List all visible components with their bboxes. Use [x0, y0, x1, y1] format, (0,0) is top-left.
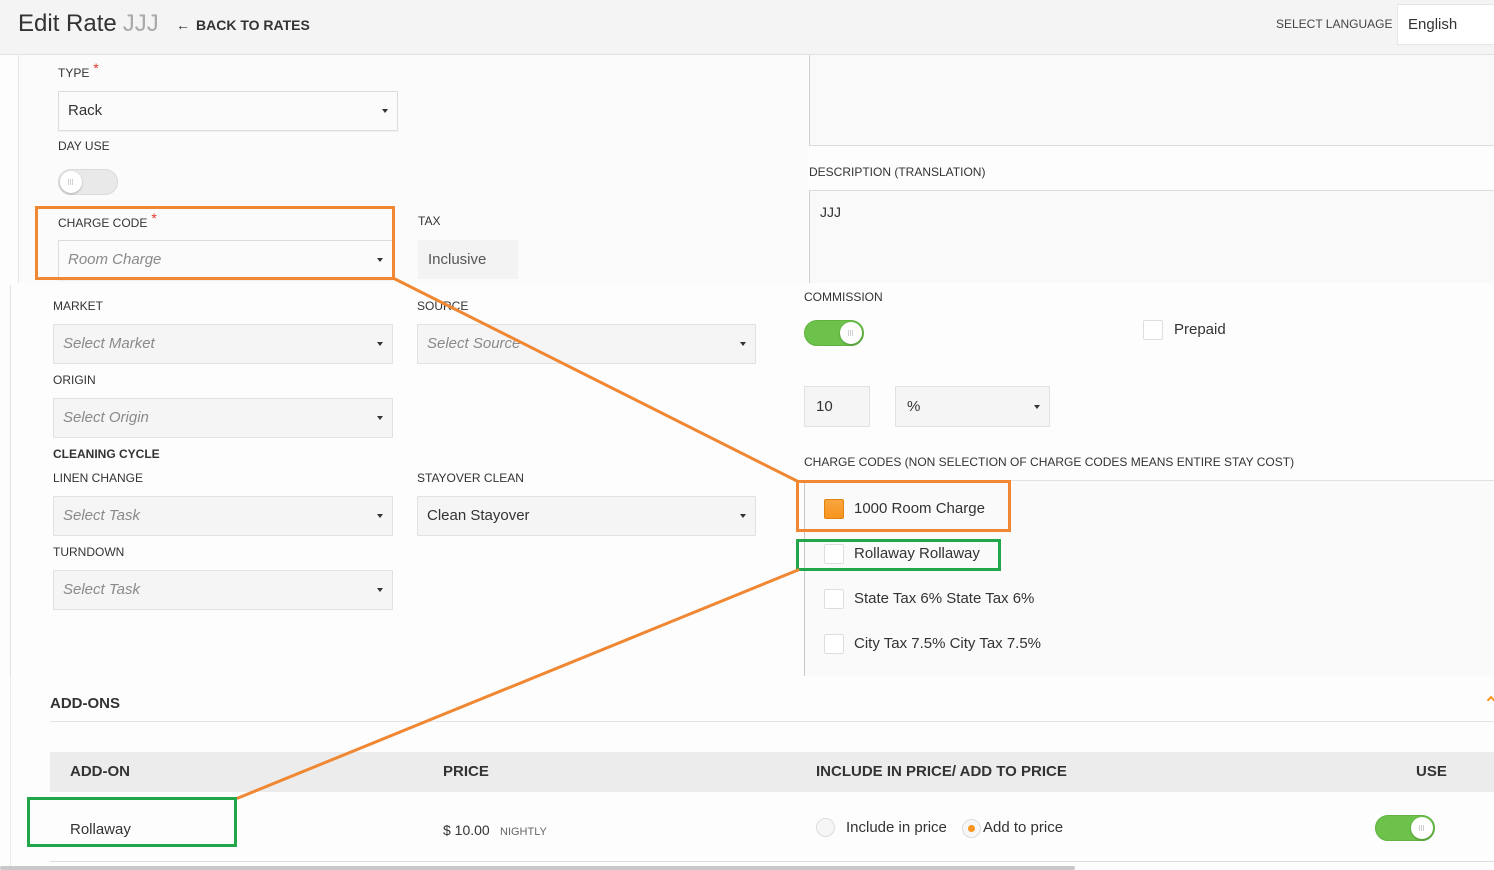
caret-down-icon [377, 258, 383, 262]
addons-table-header: ADD-ON PRICE INCLUDE IN PRICE/ ADD TO PR… [50, 752, 1494, 792]
source-label: SOURCE [417, 299, 469, 313]
source-select[interactable]: Select Source [417, 324, 756, 364]
page-title-text: Edit Rate [18, 10, 117, 37]
addon-price: $ 10.00 [443, 822, 490, 838]
required-mark: * [151, 210, 157, 226]
addon-frequency: NIGHTLY [500, 826, 547, 838]
day-use-label: DAY USE [58, 139, 110, 153]
caret-down-icon [382, 109, 388, 113]
addon-use-toggle[interactable] [1375, 815, 1435, 841]
add-to-price-radio[interactable] [962, 819, 981, 838]
back-to-rates-label: BACK TO RATES [196, 17, 310, 33]
charge-code-label: CHARGE CODE * [58, 210, 157, 230]
linen-change-select[interactable]: Select Task [53, 496, 393, 536]
market-placeholder: Select Market [63, 335, 155, 352]
charge-code-checkbox[interactable] [824, 544, 844, 564]
required-mark: * [93, 60, 99, 76]
cleaning-cycle-heading: CLEANING CYCLE [53, 447, 160, 461]
section-divider [10, 678, 11, 866]
type-select-value: Rack [68, 102, 103, 119]
arrow-left-icon: ← [176, 17, 190, 33]
column-header-addon: ADD-ON [70, 763, 130, 780]
column-header-price: PRICE [443, 763, 489, 780]
prepaid-label: Prepaid [1174, 321, 1226, 338]
column-header-use: USE [1416, 763, 1447, 780]
stayover-clean-label: STAYOVER CLEAN [417, 471, 524, 485]
description-translation-label: DESCRIPTION (TRANSLATION) [809, 165, 986, 179]
stayover-clean-value: Clean Stayover [427, 507, 530, 524]
charge-code-item-label: City Tax 7.5% City Tax 7.5% [854, 635, 1042, 652]
rate-name: JJJ [122, 10, 159, 37]
description-textarea[interactable] [809, 55, 1494, 146]
language-value: English [1408, 16, 1458, 33]
back-to-rates-link[interactable]: ← BACK TO RATES [176, 17, 310, 33]
origin-placeholder: Select Origin [63, 409, 149, 426]
add-to-price-label: Add to price [983, 819, 1064, 836]
commission-unit-value: % [907, 398, 921, 415]
description-translation-textarea[interactable]: JJJ [809, 190, 1494, 283]
charge-codes-label: CHARGE CODES (NON SELECTION OF CHARGE CO… [804, 455, 1295, 469]
toggle-knob [1411, 817, 1433, 839]
annotation-box-rollaway-addon [27, 797, 237, 847]
type-label: TYPE * [58, 60, 99, 80]
caret-down-icon [377, 514, 383, 518]
horizontal-scrollbar[interactable] [0, 866, 1075, 870]
charge-code-item-label: Rollaway Rollaway [854, 545, 980, 562]
charge-code-item-label: State Tax 6% State Tax 6% [854, 590, 1035, 607]
caret-down-icon [377, 588, 383, 592]
include-in-price-label: Include in price [846, 819, 947, 836]
day-use-toggle[interactable] [58, 169, 118, 195]
tax-label: TAX [418, 214, 441, 228]
addons-divider [50, 721, 1494, 722]
origin-select[interactable]: Select Origin [53, 398, 393, 438]
origin-label: ORIGIN [53, 373, 96, 387]
toggle-knob [840, 322, 862, 344]
turndown-placeholder: Select Task [63, 581, 140, 598]
linen-change-label: LINEN CHANGE [53, 471, 144, 485]
commission-value-input[interactable]: 10 [804, 386, 870, 427]
charge-code-checkbox[interactable] [824, 499, 844, 519]
turndown-label: TURNDOWN [53, 545, 125, 559]
table-row-divider [50, 861, 1494, 862]
commission-value: 10 [816, 398, 833, 415]
tax-value-box: Inclusive [418, 240, 518, 279]
linen-change-placeholder: Select Task [63, 507, 140, 524]
commission-label: COMMISSION [804, 290, 883, 304]
tax-value: Inclusive [428, 251, 487, 268]
charge-code-placeholder: Room Charge [68, 251, 162, 268]
caret-down-icon [1034, 405, 1040, 409]
commission-unit-select[interactable]: % [895, 386, 1050, 427]
include-in-price-radio[interactable] [816, 818, 835, 837]
toggle-knob [60, 171, 82, 193]
stayover-clean-select[interactable]: Clean Stayover [417, 496, 756, 536]
caret-down-icon [377, 416, 383, 420]
chevron-up-icon[interactable] [1486, 695, 1494, 705]
column-header-include: INCLUDE IN PRICE/ ADD TO PRICE [816, 763, 1067, 780]
commission-toggle[interactable] [804, 320, 864, 346]
caret-down-icon [740, 342, 746, 346]
source-placeholder: Select Source [427, 335, 521, 352]
caret-down-icon [377, 342, 383, 346]
language-label: SELECT LANGUAGE [1276, 17, 1393, 31]
caret-down-icon [740, 514, 746, 518]
charge-code-checkbox[interactable] [824, 634, 844, 654]
market-select[interactable]: Select Market [53, 324, 393, 364]
type-select[interactable]: Rack [58, 91, 398, 131]
section-divider [10, 285, 11, 677]
charge-code-select[interactable]: Room Charge [58, 240, 393, 280]
addons-heading: ADD-ONS [50, 695, 120, 712]
prepaid-checkbox[interactable] [1143, 320, 1163, 340]
addon-name: Rollaway [70, 821, 131, 838]
charge-code-checkbox[interactable] [824, 589, 844, 609]
language-select[interactable]: English [1397, 4, 1494, 45]
market-label: MARKET [53, 299, 104, 313]
page-header: Edit Rate JJJ ← BACK TO RATES SELECT LANGU… [0, 0, 1494, 55]
description-translation-value: JJJ [820, 204, 841, 220]
page-title: Edit Rate JJJ [18, 7, 159, 41]
charge-code-item-label: 1000 Room Charge [854, 500, 985, 517]
turndown-select[interactable]: Select Task [53, 570, 393, 610]
